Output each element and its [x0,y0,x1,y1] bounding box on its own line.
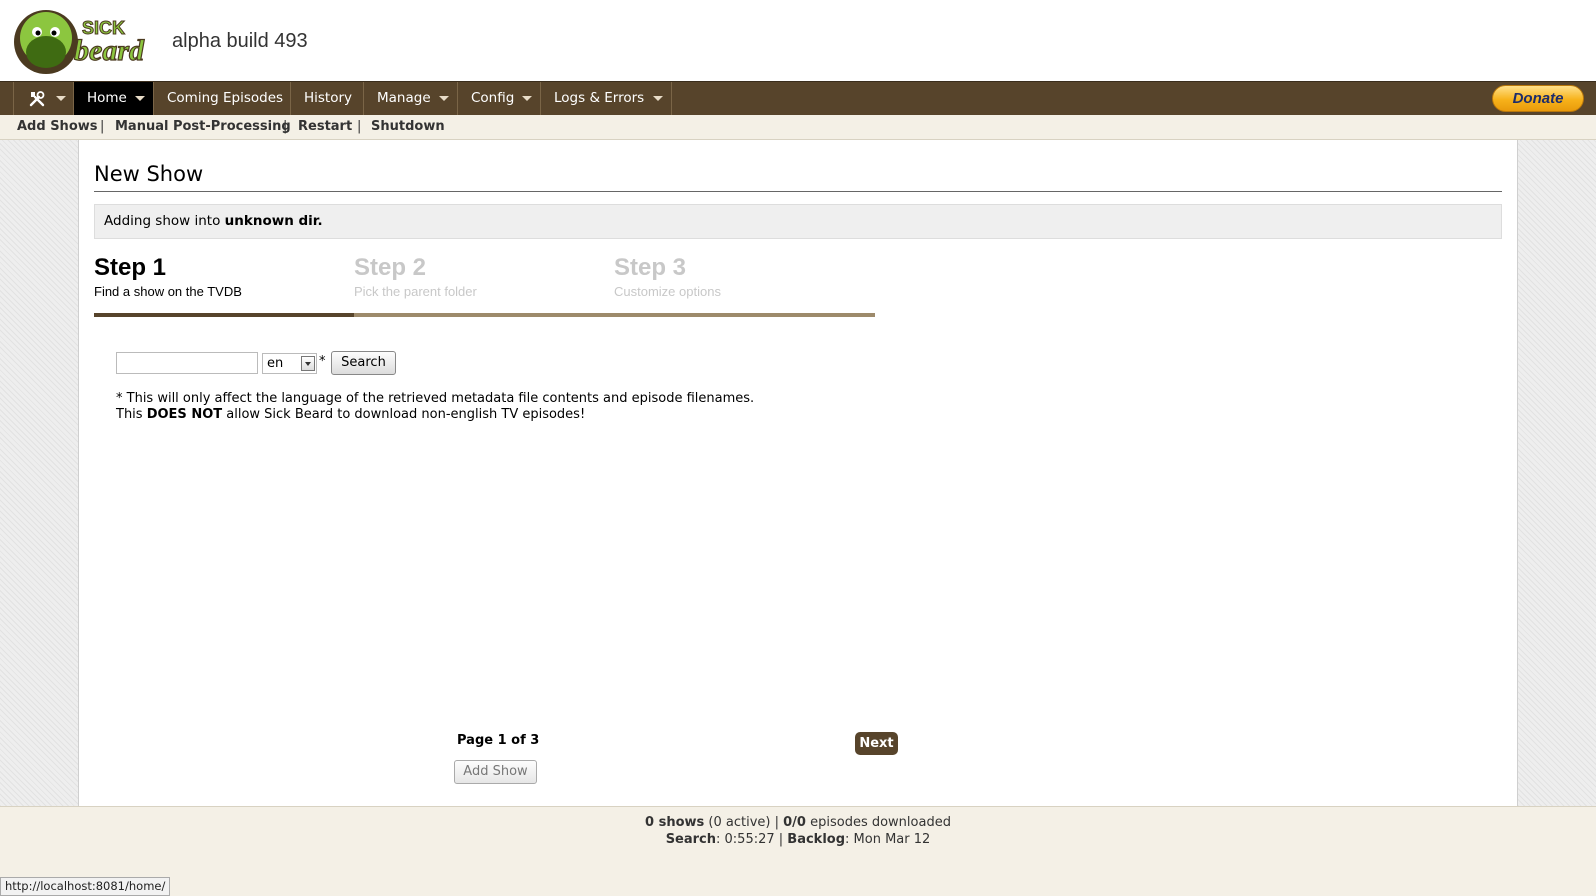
step-1: Step 1 Find a show on the TVDB [94,254,354,299]
step-2-title: Step 2 [354,254,427,281]
main-navbar: Home Coming Episodes History Manage Conf… [0,81,1596,115]
step-1-desc: Find a show on the TVDB [94,284,242,299]
main-content: New Show Adding show into unknown dir. S… [80,140,1517,806]
adding-show-notice: Adding show into unknown dir. [94,204,1502,239]
nav-coming-episodes-label: Coming Episodes [167,90,284,106]
subnav-shutdown[interactable]: Shutdown [371,115,445,139]
footer-backlog-value: : Mon Mar 12 [845,832,931,847]
nav-history-label: History [304,90,353,106]
language-note-line1: * This will only affect the language of … [116,391,755,406]
step-3: Step 3 Customize options [614,254,874,299]
chevron-down-icon [522,96,532,101]
subnav-separator: | [357,119,362,134]
language-select-value: en [267,356,284,371]
chevron-down-icon [56,96,66,101]
subnav-separator: | [283,119,288,134]
header: SICK beard alpha build 493 [0,0,1596,81]
sub-navbar: Add Shows | Manual Post-Processing | Res… [0,115,1596,140]
step-progress-active [94,313,354,317]
subnav-manual-post-processing[interactable]: Manual Post-Processing [115,115,291,139]
note-line2-prefix: This [116,407,147,422]
nav-logs-errors[interactable]: Logs & Errors [541,82,672,115]
nav-coming-episodes[interactable]: Coming Episodes [154,82,291,115]
footer-search-value: : 0:55:27 | [716,832,788,847]
next-button[interactable]: Next [855,732,898,755]
nav-config[interactable]: Config [458,82,541,115]
nav-tools-menu[interactable] [13,82,74,115]
tools-icon [29,91,45,107]
chevron-down-icon [135,96,145,101]
adding-dir: unknown dir. [224,213,323,229]
chevron-down-icon [653,96,663,101]
footer-episodes-label: episodes downloaded [805,815,951,830]
subnav-separator: | [100,119,105,134]
step-1-title: Step 1 [94,254,167,281]
donate-button[interactable]: Donate [1492,85,1584,112]
page-title: New Show [94,162,1502,192]
chevron-down-icon[interactable] [301,356,315,371]
note-line2-bold: DOES NOT [146,407,223,422]
footer-schedule: Search: 0:55:27 | Backlog: Mon Mar 12 [0,832,1596,847]
footer-episodes: 0/0 [783,815,806,830]
footer: 0 shows (0 active) | 0/0 episodes downlo… [0,806,1596,896]
sickbeard-logo[interactable]: SICK beard [12,4,162,76]
footer-backlog-label: Backlog [787,832,846,847]
page-indicator: Page 1 of 3 [457,733,540,748]
footer-active: (0 active) | [704,815,784,830]
step-2: Step 2 Pick the parent folder [354,254,614,299]
nav-history[interactable]: History [291,82,364,115]
language-asterisk: * [319,354,326,369]
svg-text:beard: beard [74,34,145,67]
show-name-search-input[interactable] [116,352,258,374]
adding-prefix: Adding show into [104,213,225,229]
nav-config-label: Config [471,90,515,106]
side-pattern-left [0,140,79,806]
side-pattern-right [1517,140,1596,806]
subnav-add-shows[interactable]: Add Shows [17,115,98,139]
note-line2-suffix: allow Sick Beard to download non-english… [222,407,586,422]
nav-home-label: Home [87,90,127,106]
language-note-line2: This DOES NOT allow Sick Beard to downlo… [116,407,754,423]
footer-shows: 0 shows [645,815,705,830]
footer-stats: 0 shows (0 active) | 0/0 episodes downlo… [0,815,1596,830]
sickbeard-logo-icon: SICK beard [14,10,146,74]
nav-logs-errors-label: Logs & Errors [554,90,645,106]
step-3-title: Step 3 [614,254,687,281]
chevron-down-icon [439,96,449,101]
nav-home[interactable]: Home [74,82,154,115]
step-3-desc: Customize options [614,284,721,299]
language-note: * This will only affect the language of … [116,391,754,423]
browser-status-bar: http://localhost:8081/home/ [0,877,171,896]
step-2-desc: Pick the parent folder [354,284,477,299]
subnav-restart[interactable]: Restart [298,115,352,139]
add-show-button[interactable]: Add Show [454,760,537,784]
nav-manage-label: Manage [377,90,431,106]
nav-manage[interactable]: Manage [364,82,458,115]
language-select[interactable]: en [262,353,317,374]
build-version: alpha build 493 [172,30,308,52]
search-button[interactable]: Search [331,351,396,375]
footer-search-label: Search [665,832,717,847]
